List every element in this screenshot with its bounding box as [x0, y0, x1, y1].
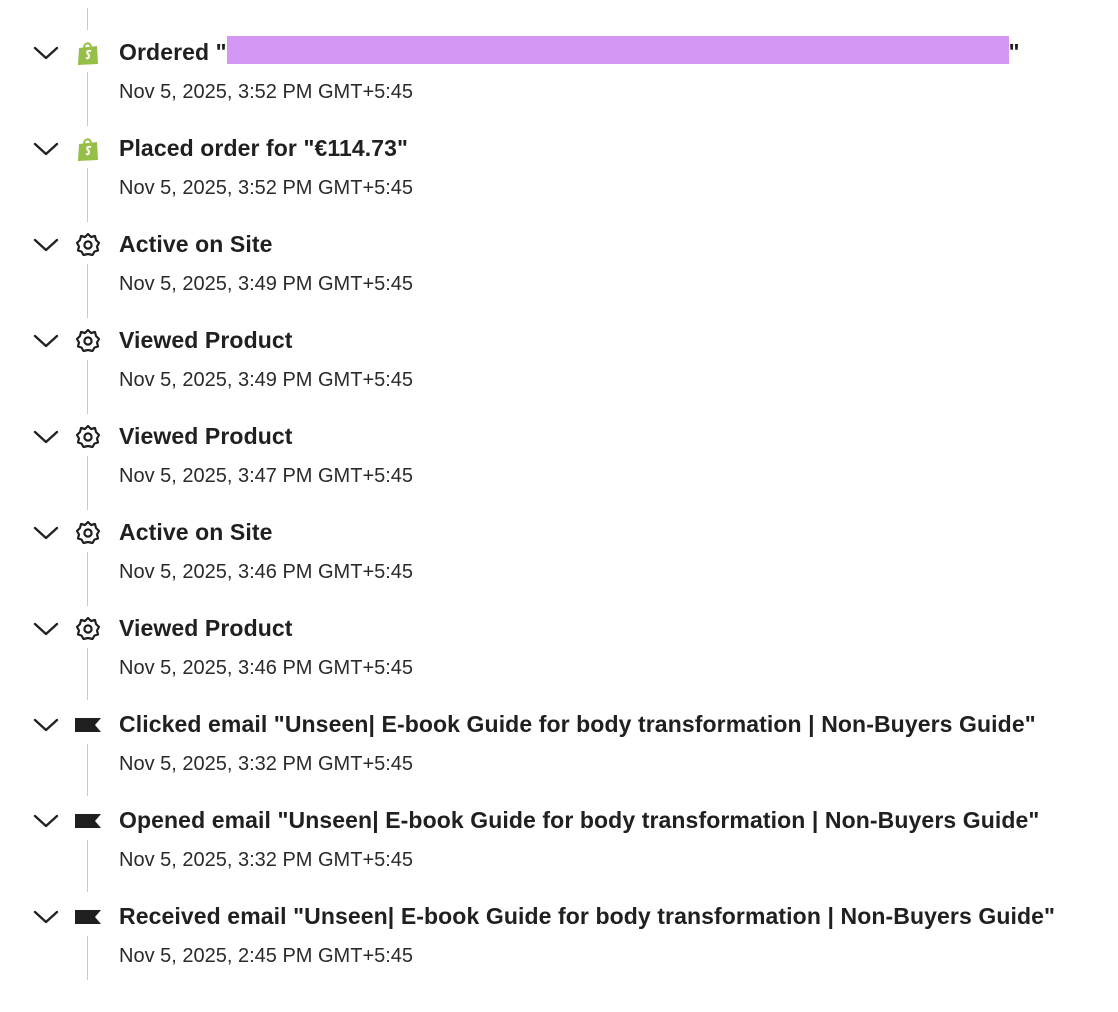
event-timestamp: Nov 5, 2025, 3:46 PM GMT+5:45 — [119, 657, 414, 679]
timeline-connector — [87, 8, 88, 30]
event-title[interactable]: Viewed Product — [119, 326, 293, 354]
expand-chevron-icon[interactable] — [32, 619, 60, 639]
expand-chevron-icon[interactable] — [32, 523, 60, 543]
shopify-bag-icon — [74, 40, 102, 66]
redacted-product-name — [226, 36, 1009, 64]
email-flag-icon — [74, 904, 102, 930]
event-timestamp: Nov 5, 2025, 3:46 PM GMT+5:45 — [119, 561, 414, 583]
expand-chevron-icon[interactable] — [32, 715, 60, 735]
event-title[interactable]: Received email "Unseen| E-book Guide for… — [119, 902, 1055, 930]
event-timestamp: Nov 5, 2025, 3:47 PM GMT+5:45 — [119, 465, 414, 487]
gear-icon — [74, 424, 102, 450]
expand-chevron-icon[interactable] — [32, 331, 60, 351]
event-title[interactable]: Active on Site — [119, 518, 273, 546]
gear-icon — [74, 616, 102, 642]
event-timestamp: Nov 5, 2025, 3:32 PM GMT+5:45 — [119, 753, 414, 775]
gear-icon — [74, 232, 102, 258]
gear-icon — [74, 328, 102, 354]
expand-chevron-icon[interactable] — [32, 427, 60, 447]
event-title[interactable]: Viewed Product — [119, 614, 293, 642]
expand-chevron-icon[interactable] — [32, 811, 60, 831]
expand-chevron-icon[interactable] — [32, 139, 60, 159]
event-timestamp: Nov 5, 2025, 3:52 PM GMT+5:45 — [119, 81, 414, 103]
expand-chevron-icon[interactable] — [32, 907, 60, 927]
expand-chevron-icon[interactable] — [32, 235, 60, 255]
email-flag-icon — [74, 712, 102, 738]
event-title[interactable]: Placed order for "€114.73" — [119, 134, 408, 162]
expand-chevron-icon[interactable] — [32, 43, 60, 63]
timeline-event: Received email "Unseen| E-book Guide for… — [0, 903, 1118, 1012]
event-title[interactable]: Active on Site — [119, 230, 273, 258]
activity-timeline: Ordered " " Nov 5, 2025, 3:52 PM GMT+5:45… — [0, 0, 1118, 980]
event-title[interactable]: Viewed Product — [119, 422, 293, 450]
event-timestamp: Nov 5, 2025, 2:45 PM GMT+5:45 — [119, 945, 414, 967]
email-flag-icon — [74, 808, 102, 834]
event-title[interactable]: Ordered " " — [119, 36, 1020, 66]
event-timestamp: Nov 5, 2025, 3:52 PM GMT+5:45 — [119, 177, 414, 199]
event-title[interactable]: Clicked email "Unseen| E-book Guide for … — [119, 710, 1036, 738]
event-timestamp: Nov 5, 2025, 3:49 PM GMT+5:45 — [119, 273, 414, 295]
event-timestamp: Nov 5, 2025, 3:32 PM GMT+5:45 — [119, 849, 414, 871]
event-title[interactable]: Opened email "Unseen| E-book Guide for b… — [119, 806, 1039, 834]
gear-icon — [74, 520, 102, 546]
shopify-bag-icon — [74, 136, 102, 162]
event-timestamp: Nov 5, 2025, 3:49 PM GMT+5:45 — [119, 369, 414, 391]
